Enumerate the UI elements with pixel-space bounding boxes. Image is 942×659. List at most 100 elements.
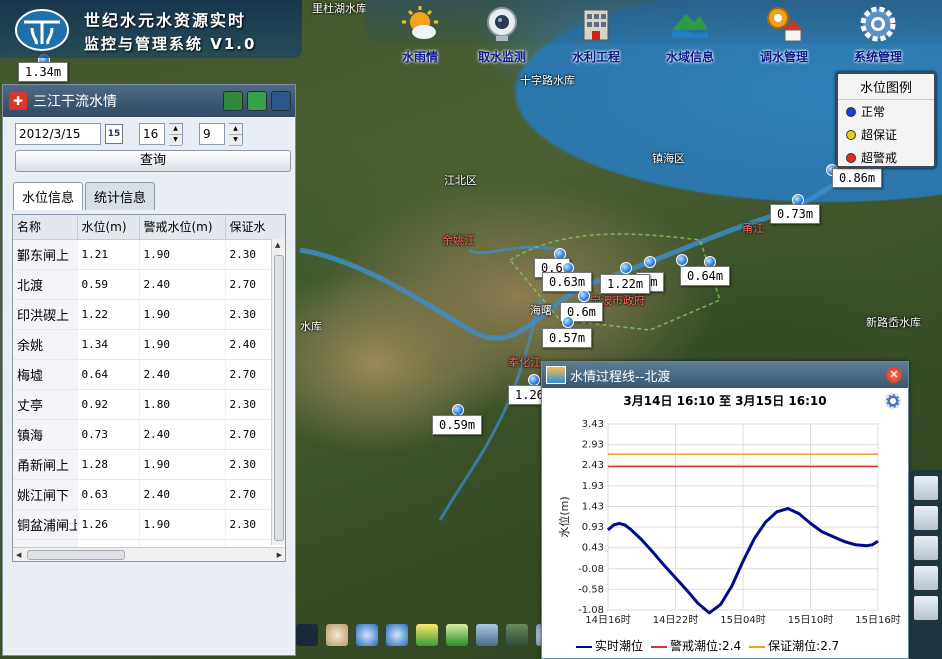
table-row[interactable]: 丈亭 0.92 1.80 2.30 <box>13 389 285 420</box>
maximize-icon[interactable] <box>247 91 267 111</box>
image-icon[interactable] <box>914 566 938 590</box>
minute-input[interactable] <box>199 123 225 145</box>
scroll-thumb[interactable] <box>27 550 125 560</box>
table-row[interactable]: 梅墟 0.64 2.40 2.70 <box>13 359 285 390</box>
table-cell: 1.80 <box>139 389 226 420</box>
zoom-in-icon[interactable] <box>356 624 378 646</box>
scroll-thumb[interactable] <box>274 255 284 541</box>
satellite-layer-icon[interactable] <box>506 624 528 646</box>
collapse-icon[interactable] <box>271 91 291 111</box>
station-name-cell: 余姚 <box>13 329 78 360</box>
station-level-label[interactable]: 0.57m <box>542 328 593 348</box>
table-row[interactable]: 姚江闸下 0.63 2.40 2.70 <box>13 479 285 510</box>
column-header[interactable]: 警戒水位(m) <box>139 215 226 240</box>
station-marker[interactable] <box>644 256 656 268</box>
scroll-up-icon[interactable]: ▲ <box>275 241 280 249</box>
toolbar-label: 水雨情 <box>401 50 438 64</box>
column-header[interactable]: 名称 <box>13 215 78 240</box>
station-level-label[interactable]: 0.64m <box>680 266 731 286</box>
station-level-label[interactable]: 0.73m <box>770 204 821 224</box>
water-level-chart: 3.432.932.431.931.430.930.43-0.08-0.58-1… <box>557 419 901 626</box>
list-icon[interactable] <box>914 596 938 620</box>
measure-area-icon[interactable] <box>446 624 468 646</box>
toolbar-project-button[interactable]: 水利工程 <box>556 4 636 65</box>
station-name-cell: 梅墟 <box>13 359 78 390</box>
measure-line-icon[interactable] <box>416 624 438 646</box>
station-marker[interactable] <box>676 254 688 266</box>
station-marker[interactable] <box>578 290 590 302</box>
pan-hand-icon[interactable] <box>326 624 348 646</box>
y-axis-label: 水位(m) <box>557 496 571 537</box>
document-icon[interactable] <box>914 506 938 530</box>
hour-spinner[interactable]: ▲ ▼ <box>169 123 183 146</box>
place-label: 海曙 <box>530 304 552 317</box>
date-input[interactable] <box>15 123 101 145</box>
hour-input[interactable] <box>139 123 165 145</box>
toolbar-rain-button[interactable]: 水雨情 <box>380 4 460 65</box>
table-cell: 0.73 <box>77 419 140 450</box>
station-marker[interactable] <box>562 316 574 328</box>
chart-window-icon <box>546 366 566 384</box>
table-cell: 1.26 <box>77 509 140 540</box>
place-label: 水库 <box>300 320 322 333</box>
popup-header: 水情过程线--北渡 ✕ <box>542 362 908 388</box>
chart-legend: 实时潮位 警戒潮位:2.4 保证潮位:2.7 <box>576 637 839 654</box>
station-level-label[interactable]: 0.63m <box>542 272 593 292</box>
refresh-icon[interactable] <box>223 91 243 111</box>
minute-spinner[interactable]: ▲ ▼ <box>229 123 243 146</box>
y-tick-label: 0.93 <box>582 522 604 533</box>
y-tick-label: 1.93 <box>582 481 604 492</box>
column-header[interactable]: 保证水 <box>225 215 285 240</box>
toolbar-label: 水域信息 <box>665 50 714 64</box>
legend-item: 超保证 <box>838 123 934 146</box>
vertical-scrollbar[interactable]: ▲ <box>271 239 285 545</box>
toolbar-waters-button[interactable]: 水域信息 <box>650 4 730 65</box>
table-row[interactable]: 镇海 0.73 2.40 2.70 <box>13 419 285 450</box>
toolbar-label: 系统管理 <box>853 50 902 64</box>
table-row[interactable]: 甬新闸上 1.28 1.90 2.30 <box>13 449 285 480</box>
column-header[interactable]: 水位(m) <box>77 215 140 240</box>
station-level-label[interactable]: 0.59m <box>432 415 483 435</box>
station-level-label[interactable]: 0.86m <box>832 168 883 188</box>
zoom-out-icon[interactable] <box>386 624 408 646</box>
table-cell: 0.63 <box>77 479 140 510</box>
building-icon <box>583 9 609 41</box>
table-cell: 1.34 <box>77 329 140 360</box>
chart-icon[interactable] <box>914 536 938 560</box>
station-name-cell: 印洪碶上 <box>13 299 78 330</box>
toolbar-intake-button[interactable]: 取水监测 <box>462 4 542 65</box>
arrow-left-icon[interactable] <box>296 624 318 646</box>
toolbar-transfer-button[interactable]: 调水管理 <box>744 4 824 65</box>
table-cell: 0.92 <box>77 389 140 420</box>
tab-water-level[interactable]: 水位信息 <box>13 182 84 210</box>
station-level-label[interactable]: 1.22m <box>600 274 651 294</box>
place-label: 十字路水库 <box>520 74 575 87</box>
close-icon[interactable]: ✕ <box>886 367 902 383</box>
scroll-left-icon[interactable]: ◀ <box>16 551 21 559</box>
map-layer-icon[interactable] <box>476 624 498 646</box>
legend-label: 警戒潮位:2.4 <box>670 639 742 653</box>
scroll-right-icon[interactable]: ▶ <box>277 551 282 559</box>
station-name-cell: 姚江闸下 <box>13 479 78 510</box>
settings-gear-icon[interactable] <box>884 392 902 410</box>
legend-label: 正常 <box>861 105 886 119</box>
table-row[interactable]: 鄞东闸上 1.21 1.90 2.30 <box>13 239 285 270</box>
map-view-icon[interactable] <box>914 476 938 500</box>
table-row[interactable]: 余姚 1.34 1.90 2.40 <box>13 329 285 360</box>
tab-statistics[interactable]: 统计信息 <box>85 182 156 210</box>
place-label: 镇海区 <box>652 152 685 165</box>
table-row[interactable]: 印洪碶上 1.22 1.90 2.30 <box>13 299 285 330</box>
table-row[interactable]: 铜盆浦闸上 1.26 1.90 2.30 <box>13 509 285 540</box>
station-name-cell: 甬新闸上 <box>13 449 78 480</box>
water-level-legend: 水位图例 正常 超保证 超警戒 <box>836 72 936 168</box>
y-tick-label: -0.08 <box>578 564 604 575</box>
toolbar-system-button[interactable]: 系统管理 <box>838 4 918 65</box>
station-level-label[interactable]: 1.34m <box>18 62 69 82</box>
query-button[interactable]: 查询 <box>15 150 291 172</box>
calendar-icon[interactable]: 15 <box>105 124 123 144</box>
table-cell: 1.90 <box>139 299 226 330</box>
table-row[interactable]: 北渡 0.59 2.40 2.70 <box>13 269 285 300</box>
y-tick-label: 2.43 <box>582 460 604 471</box>
horizontal-scrollbar[interactable]: ◀ ▶ <box>13 547 285 561</box>
station-marker[interactable] <box>620 262 632 274</box>
